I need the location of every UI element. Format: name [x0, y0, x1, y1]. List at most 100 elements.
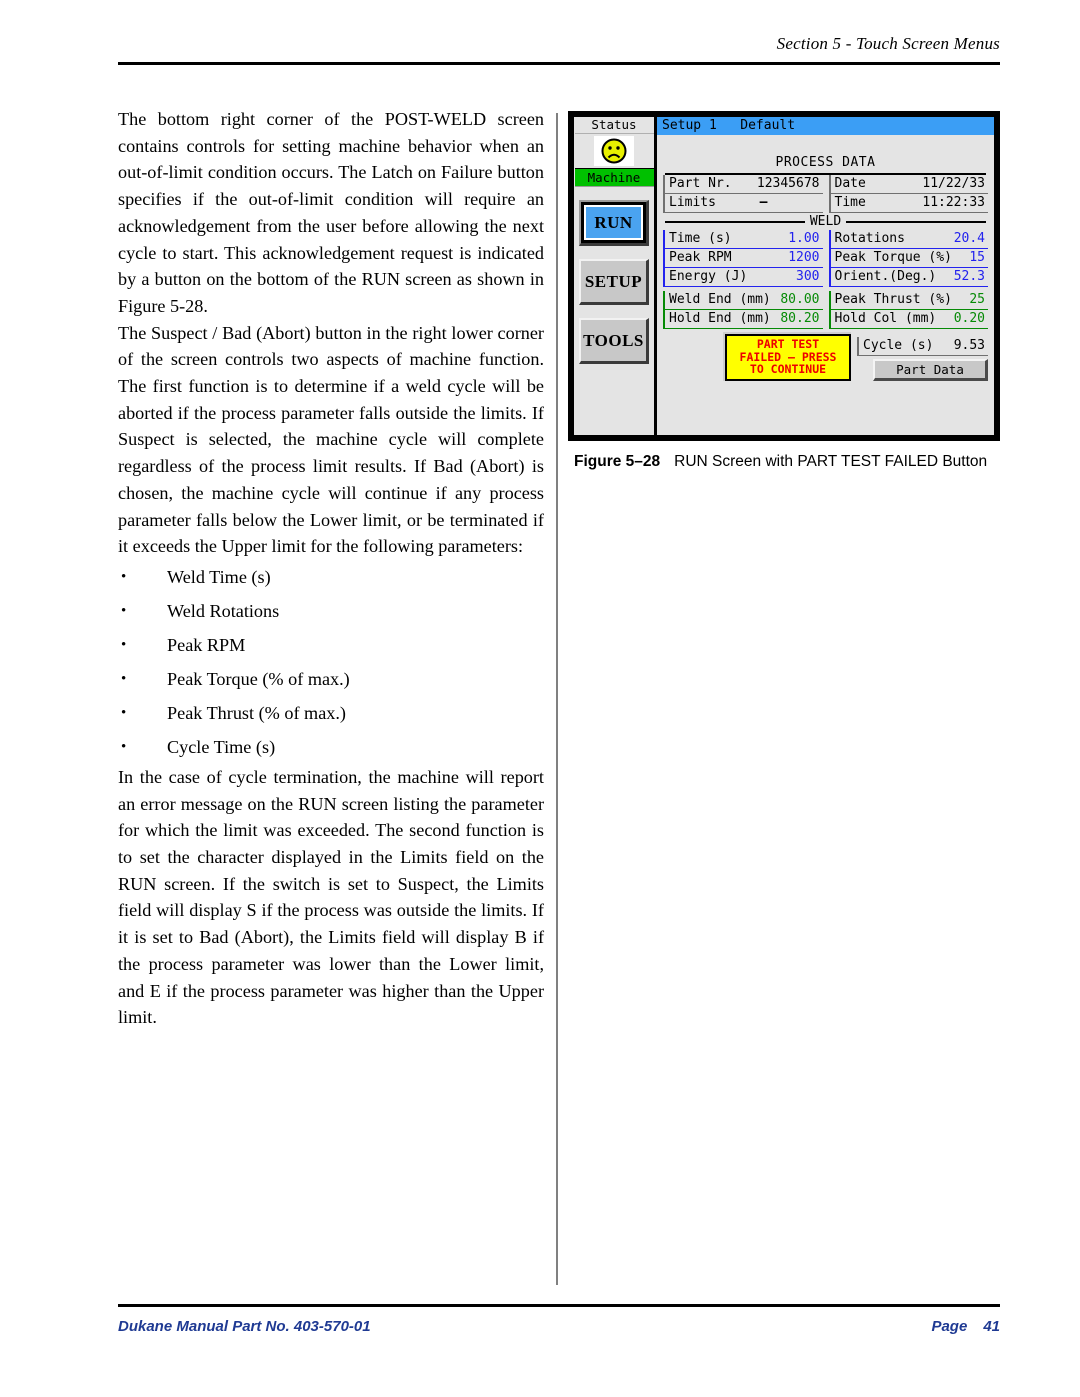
header-fields-right: Date 11/22/33 Time 11:22:33 [828, 175, 988, 213]
fail-line-3: TO CONTINUE [749, 362, 827, 376]
touchscreen-figure: Status Machine RUN SETUP TOOLS Setup 1 D… [568, 111, 1000, 441]
weld-fields-right: Rotations 20.4 Peak Torque (%) 15 Orient… [828, 230, 988, 287]
hold-fields-left: Weld End (mm) 80.00 Hold End (mm) 80.20 [663, 291, 823, 329]
setup-titlebar: Setup 1 Default [657, 117, 994, 135]
field-rotations: Rotations 20.4 [828, 230, 988, 249]
page-footer: Dukane Manual Part No. 403-570-01 Page 4… [118, 1318, 1000, 1335]
field-value: 12345678 [756, 176, 820, 191]
field-part-number: Part Nr. 12345678 [663, 175, 823, 194]
page-header: Section 5 - Touch Screen Menus [118, 34, 1000, 54]
status-face-container [574, 134, 654, 168]
bottom-controls-row: PART TEST FAILED – PRESS TO CONTINUE Cyc… [663, 332, 988, 381]
part-data-button[interactable]: Part Data [873, 358, 988, 381]
weld-fields-left: Time (s) 1.00 Peak RPM 1200 Energy (J) 3… [663, 230, 823, 287]
fail-line-1: PART TEST [756, 337, 820, 351]
hold-fields-right: Peak Thrust (%) 25 Hold Col (mm) 0.20 [828, 291, 988, 329]
column-divider [556, 113, 558, 1285]
part-test-failed-button-wrapper: PART TEST FAILED – PRESS TO CONTINUE [723, 332, 851, 381]
field-label: Rotations [834, 231, 905, 246]
field-value: 0.20 [953, 311, 985, 326]
touchscreen-display: Status Machine RUN SETUP TOOLS Setup 1 D… [574, 117, 994, 435]
field-time: Time 11:22:33 [828, 194, 988, 213]
field-label: Date [834, 176, 866, 191]
field-energy: Energy (J) 300 [663, 268, 823, 287]
field-value: 80.00 [780, 292, 820, 307]
field-value: 11/22/33 [922, 176, 985, 191]
header-section-title: Section 5 - Touch Screen Menus [776, 34, 1000, 53]
field-value: 52.3 [953, 269, 985, 284]
list-item: Cycle Time (s) [118, 730, 544, 764]
divider-line-left [665, 220, 805, 223]
field-orientation: Orient.(Deg.) 52.3 [828, 268, 988, 287]
machine-status-badge: Machine [574, 168, 654, 186]
field-value: 25 [969, 292, 985, 307]
field-label: Peak Thrust (%) [834, 292, 952, 307]
hold-fields-grid: Weld End (mm) 80.00 Hold End (mm) 80.20 … [663, 291, 988, 329]
field-label: Hold Col (mm) [834, 311, 937, 326]
field-value: 20.4 [953, 231, 985, 246]
list-item: Peak RPM [118, 628, 544, 662]
field-value: 15 [969, 250, 985, 265]
footer-manual-reference: Dukane Manual Part No. 403-570-01 [118, 1318, 371, 1335]
sad-face-icon [594, 136, 634, 166]
figure-title: RUN Screen with PART TEST FAILED Button [674, 453, 988, 470]
field-label: Energy (J) [669, 269, 748, 284]
field-date: Date 11/22/33 [828, 175, 988, 194]
paragraph-1: The bottom right corner of the POST-WELD… [118, 109, 544, 316]
status-panel: Status Machine [574, 117, 654, 187]
list-item: Weld Rotations [118, 594, 544, 628]
field-label: Time (s) [669, 231, 732, 246]
process-data-area: PROCESS DATA Part Nr. 12345678 Limits – [657, 135, 994, 435]
weld-section-divider: WELD [665, 215, 986, 228]
part-test-failed-button[interactable]: PART TEST FAILED – PRESS TO CONTINUE [723, 332, 851, 381]
list-item: Peak Torque (% of max.) [118, 662, 544, 696]
field-value: 11:22:33 [922, 195, 985, 210]
header-fields-left: Part Nr. 12345678 Limits – [663, 175, 823, 213]
setup-button[interactable]: SETUP [579, 259, 649, 305]
field-label: Limits [669, 195, 716, 210]
part-data-button-wrapper: Part Data [857, 358, 988, 381]
field-value: 1200 [788, 250, 820, 265]
field-weld-time: Time (s) 1.00 [663, 230, 823, 249]
field-label: Time [834, 195, 866, 210]
field-hold-col: Hold Col (mm) 0.20 [828, 310, 988, 329]
field-cycle-time: Cycle (s) 9.53 [857, 336, 988, 356]
footer-page-label: Page [931, 1318, 968, 1335]
weld-fields-grid: Time (s) 1.00 Peak RPM 1200 Energy (J) 3… [663, 230, 988, 287]
cycle-field-group: Cycle (s) 9.53 [857, 336, 988, 356]
field-peak-rpm: Peak RPM 1200 [663, 249, 823, 268]
process-data-title: PROCESS DATA [775, 155, 876, 170]
field-peak-torque: Peak Torque (%) 15 [828, 249, 988, 268]
divider-line-right [846, 220, 986, 223]
field-label: Orient.(Deg.) [834, 269, 937, 284]
field-value: 1.00 [788, 231, 820, 246]
body-text-column: The bottom right corner of the POST-WELD… [118, 106, 544, 1031]
run-button-label: RUN [584, 205, 643, 240]
field-value: 80.20 [780, 311, 820, 326]
field-value: 9.53 [953, 337, 985, 353]
tools-button[interactable]: TOOLS [579, 318, 649, 364]
touchscreen-main-panel: Setup 1 Default PROCESS DATA Part Nr. 12… [657, 117, 994, 435]
field-value: 300 [796, 269, 820, 284]
footer-rule [118, 1304, 1000, 1307]
field-label: Weld End (mm) [669, 292, 771, 307]
field-weld-end: Weld End (mm) 80.00 [663, 291, 823, 310]
part-test-failed-button-label: PART TEST FAILED – PRESS TO CONTINUE [727, 336, 849, 379]
header-fields-grid: Part Nr. 12345678 Limits – Date 11/22/33 [663, 175, 988, 213]
field-label: Peak Torque (%) [834, 250, 952, 265]
status-label: Status [574, 117, 654, 134]
figure-number: Figure 5–28 [574, 453, 661, 470]
parameter-bullet-list: Weld Time (s) Weld Rotations Peak RPM Pe… [118, 560, 544, 764]
paragraph-3: In the case of cycle termination, the ma… [118, 766, 544, 1028]
run-button[interactable]: RUN [579, 200, 649, 246]
field-label: Part Nr. [669, 176, 732, 191]
field-label: Peak RPM [669, 250, 732, 265]
header-rule [118, 62, 1000, 65]
weld-section-label: WELD [809, 214, 842, 229]
field-peak-thrust: Peak Thrust (%) 25 [828, 291, 988, 310]
cycle-area: Cycle (s) 9.53 Part Data [857, 336, 988, 381]
list-item: Weld Time (s) [118, 560, 544, 594]
field-label: Hold End (mm) [669, 311, 771, 326]
field-label: Cycle (s) [863, 337, 934, 353]
footer-page-number: 41 [983, 1318, 1000, 1335]
